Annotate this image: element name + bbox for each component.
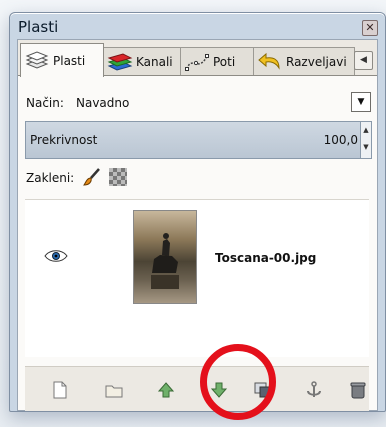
delete-layer-icon[interactable]	[348, 380, 368, 400]
tab-layers[interactable]: Plasti	[20, 43, 104, 77]
layer-button-bar	[25, 366, 369, 411]
tab-menu-icon[interactable]: ◀	[354, 51, 373, 70]
eye-icon[interactable]	[44, 248, 68, 262]
duplicate-layer-icon[interactable]	[253, 380, 273, 400]
layer-name[interactable]: Toscana-00.jpg	[215, 251, 316, 265]
mode-row: Način: Navadno ▼	[18, 90, 377, 114]
anchor-layer-icon[interactable]	[304, 380, 324, 400]
layer-row[interactable]: Toscana-00.jpg	[25, 210, 369, 308]
layers-dialog: Plasti ✕ Plasti Kanali Poti Razveljavi ◀…	[9, 12, 386, 412]
tab-label: Kanali	[136, 55, 173, 69]
tab-label: Razveljavi	[286, 55, 347, 69]
new-layer-group-icon[interactable]	[104, 380, 124, 400]
channels-icon	[107, 51, 133, 73]
layer-list: Toscana-00.jpg	[25, 199, 369, 357]
layer-thumbnail	[133, 210, 197, 304]
titlebar: Plasti ✕	[10, 13, 385, 41]
tab-channels[interactable]: Kanali	[103, 47, 181, 76]
opacity-spinner[interactable]: ▲ ▼	[360, 121, 372, 159]
window-title: Plasti	[18, 18, 59, 36]
checkerboard-icon[interactable]	[109, 168, 127, 186]
dialog-client: Plasti Kanali Poti Razveljavi ◀ Način: N…	[17, 39, 378, 411]
new-layer-icon[interactable]	[50, 380, 70, 400]
lower-layer-icon[interactable]	[209, 380, 229, 400]
brush-icon[interactable]	[82, 167, 102, 187]
opacity-slider[interactable]: Prekrivnost 100,0	[25, 121, 361, 159]
opacity-label: Prekrivnost	[30, 133, 98, 147]
mode-select[interactable]: Navadno	[76, 96, 129, 110]
tab-label: Plasti	[53, 53, 86, 68]
layers-panel: Način: Navadno ▼ Prekrivnost 100,0 ▲ ▼ Za…	[18, 76, 377, 411]
lock-label: Zakleni:	[26, 171, 75, 185]
tab-paths[interactable]: Poti	[180, 47, 254, 76]
tab-bar: Plasti Kanali Poti Razveljavi ◀	[18, 40, 377, 78]
mode-label: Način:	[26, 96, 64, 110]
tab-undo[interactable]: Razveljavi	[253, 47, 355, 76]
undo-icon	[257, 51, 283, 73]
paths-icon	[184, 51, 210, 73]
tab-label: Poti	[213, 55, 236, 69]
chevron-down-icon[interactable]: ▼	[351, 92, 371, 112]
close-icon[interactable]: ✕	[362, 20, 378, 36]
raise-layer-icon[interactable]	[156, 380, 176, 400]
layers-icon	[24, 50, 50, 72]
opacity-value[interactable]: 100,0	[324, 133, 358, 147]
